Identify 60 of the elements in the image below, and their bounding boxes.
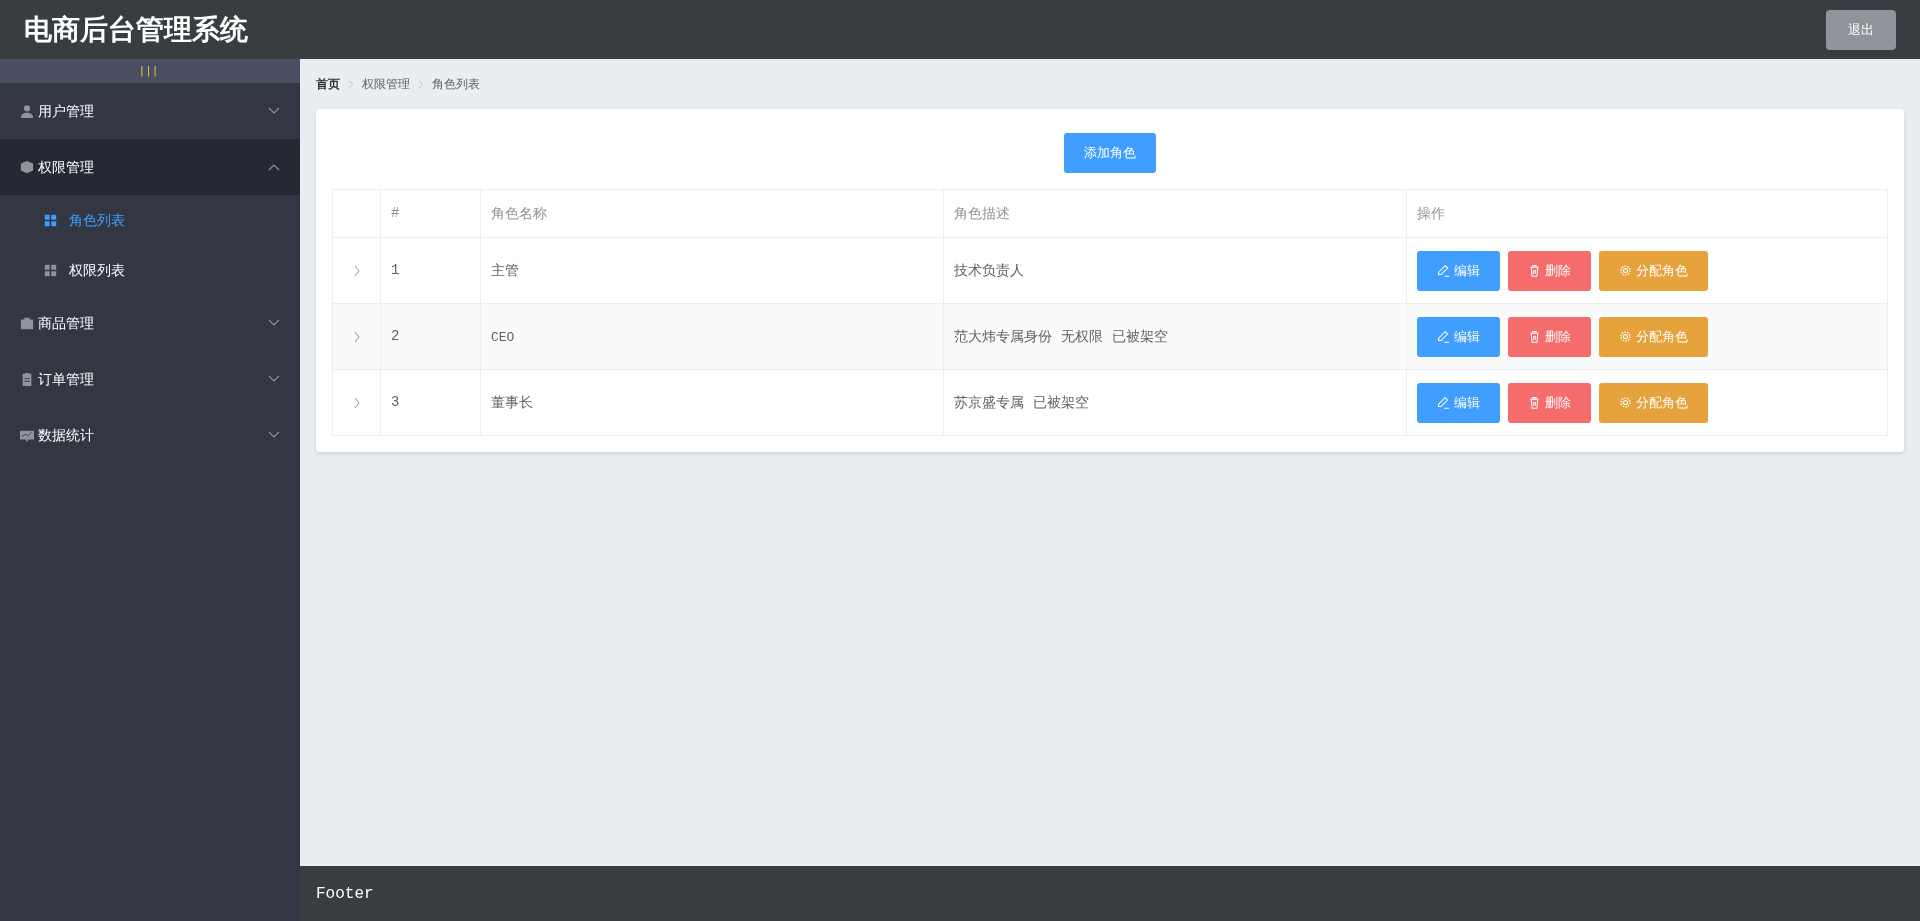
table-cell: 范大炜专属身份 无权限 已被架空	[954, 328, 1168, 344]
gear-icon	[1619, 396, 1632, 409]
edit-button[interactable]: 编辑	[1417, 250, 1500, 291]
trash-icon	[1528, 264, 1541, 277]
table-cell: 苏京盛专属 已被架空	[954, 394, 1089, 410]
bag-icon	[20, 316, 34, 330]
breadcrumb-item[interactable]: 权限管理	[362, 75, 410, 93]
footer-text: Footer	[316, 883, 374, 905]
chevron-up-icon	[268, 163, 280, 171]
column-header: 角色名称	[480, 189, 944, 238]
menu-item[interactable]: 用户管理	[0, 83, 300, 139]
pencil-icon	[1437, 264, 1450, 277]
logout-button[interactable]: 退出	[1826, 9, 1896, 50]
table-cell: 2	[391, 328, 400, 344]
table-cell: CEO	[491, 329, 515, 345]
chevron-right-icon[interactable]	[352, 265, 361, 277]
grid-icon	[44, 263, 57, 277]
menu-item[interactable]: 订单管理	[0, 351, 300, 407]
pencil-icon	[1437, 396, 1450, 409]
menu-item[interactable]: 权限管理	[0, 139, 300, 195]
edit-button[interactable]: 编辑	[1417, 382, 1500, 423]
gear-icon	[1619, 264, 1632, 277]
trash-icon	[1528, 330, 1541, 343]
pencil-icon	[1437, 330, 1450, 343]
delete-button[interactable]: 删除	[1508, 250, 1591, 291]
table-cell: 技术负责人	[954, 262, 1024, 278]
cube-icon	[20, 160, 34, 174]
menu-item[interactable]: 商品管理	[0, 295, 300, 351]
breadcrumb-item[interactable]: 角色列表	[432, 75, 480, 93]
delete-button[interactable]: 删除	[1508, 382, 1591, 423]
separator-icon	[418, 79, 424, 89]
chevron-down-icon	[268, 319, 280, 327]
chevron-down-icon	[268, 107, 280, 115]
column-header: 角色描述	[943, 189, 1407, 238]
submenu-item[interactable]: 角色列表	[0, 195, 300, 245]
delete-button[interactable]: 删除	[1508, 316, 1591, 357]
table-cell: 3	[391, 394, 400, 410]
separator-icon	[348, 79, 354, 89]
breadcrumb-item[interactable]: 首页	[316, 75, 340, 93]
column-header: 操作	[1406, 189, 1888, 238]
sidebar-toggle[interactable]: |||	[0, 59, 300, 83]
chevron-down-icon	[268, 375, 280, 383]
grid-icon	[44, 213, 57, 227]
add-role-button[interactable]: 添加角色	[1064, 133, 1156, 173]
table-cell: 1	[391, 262, 400, 278]
gear-icon	[1619, 330, 1632, 343]
clipboard-icon	[20, 372, 34, 386]
app-title: 电商后台管理系统	[24, 11, 248, 48]
menu-item[interactable]: 数据统计	[0, 407, 300, 463]
table-cell: 董事长	[491, 394, 533, 410]
chart-board-icon	[20, 428, 34, 442]
edit-button[interactable]: 编辑	[1417, 316, 1500, 357]
trash-icon	[1528, 396, 1541, 409]
chevron-right-icon[interactable]	[352, 397, 361, 409]
table-cell: 主管	[491, 262, 519, 278]
chevron-down-icon	[268, 431, 280, 439]
person-icon	[20, 104, 34, 118]
chevron-right-icon[interactable]	[352, 331, 361, 343]
submenu-item[interactable]: 权限列表	[0, 245, 300, 295]
column-header: #	[380, 189, 481, 238]
